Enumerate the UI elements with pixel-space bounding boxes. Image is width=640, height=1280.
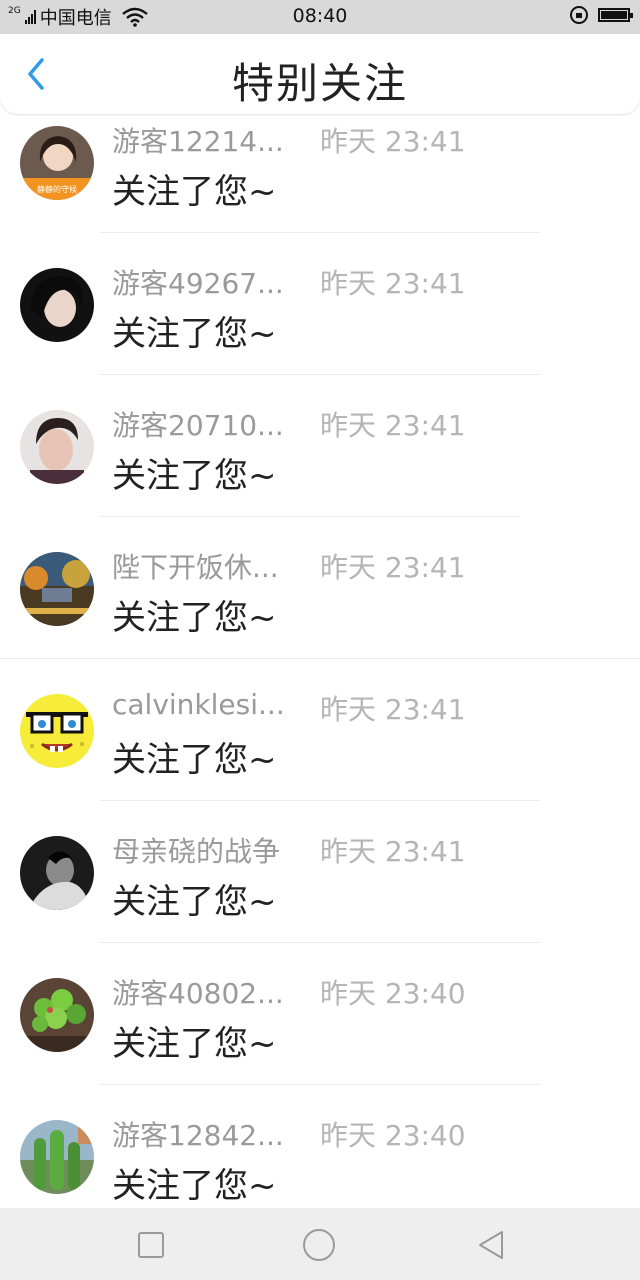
timestamp: 昨天 23:41: [320, 267, 466, 300]
timestamp: 昨天 23:41: [320, 551, 466, 584]
message-text: 关注了您~: [112, 1024, 277, 1064]
list-item[interactable]: 游客49267... 昨天 23:41 关注了您~: [0, 256, 640, 398]
timestamp: 昨天 23:41: [320, 693, 466, 726]
user-name: 陛下开饭休...: [112, 551, 279, 584]
user-name: 游客20710...: [112, 409, 284, 442]
nav-back-button[interactable]: [474, 1228, 508, 1262]
list-item[interactable]: 静静的守候 游客12214... 昨天 23:41 关注了您~: [0, 114, 640, 256]
avatar: [20, 268, 94, 342]
header: 特别关注: [0, 34, 640, 114]
row-divider: [100, 516, 520, 517]
avatar-caption: 静静的守候: [37, 184, 77, 194]
battery-icon: [598, 8, 633, 22]
timestamp: 昨天 23:40: [320, 977, 466, 1010]
user-name: 游客40802...: [112, 977, 284, 1010]
message-text: 关注了您~: [112, 882, 277, 922]
triangle-back-icon: [479, 1231, 503, 1259]
status-time: 08:40: [292, 5, 348, 27]
message-text: 关注了您~: [112, 740, 277, 780]
row-divider: [100, 942, 540, 943]
avatar: 静静的守候: [20, 126, 94, 200]
row-divider: [100, 232, 540, 233]
home-button[interactable]: [302, 1228, 336, 1262]
circle-icon: [303, 1229, 335, 1261]
row-divider: [100, 374, 540, 375]
message-text: 关注了您~: [112, 456, 277, 496]
message-text: 关注了您~: [112, 314, 277, 354]
avatar: [20, 978, 94, 1052]
square-icon: [138, 1232, 164, 1258]
avatar: [20, 836, 94, 910]
list-item[interactable]: calvinklesi... 昨天 23:41 关注了您~: [0, 682, 640, 824]
user-name: 游客12842...: [112, 1119, 284, 1152]
timestamp: 昨天 23:41: [320, 409, 466, 442]
row-divider: [0, 658, 640, 659]
user-name: 游客49267...: [112, 267, 284, 300]
list-item[interactable]: 陛下开饭休... 昨天 23:41 关注了您~: [0, 540, 640, 682]
message-text: 关注了您~: [112, 598, 277, 638]
avatar: [20, 694, 94, 768]
row-divider: [100, 800, 540, 801]
timestamp: 昨天 23:40: [320, 1119, 466, 1152]
message-text: 关注了您~: [112, 1166, 277, 1206]
user-name: calvinklesi...: [112, 688, 285, 721]
rotation-lock-icon: [570, 6, 588, 24]
page-title: 特别关注: [231, 59, 408, 108]
user-name: 游客12214...: [112, 125, 284, 158]
list-item[interactable]: 游客20710... 昨天 23:41 关注了您~: [0, 398, 640, 540]
status-bar: 2G 中国电信 08:40: [0, 0, 640, 34]
recent-apps-button[interactable]: [134, 1228, 168, 1262]
row-divider: [100, 1084, 540, 1085]
avatar: [20, 552, 94, 626]
message-text: 关注了您~: [112, 172, 277, 212]
user-name: 母亲硗的战争: [112, 835, 281, 868]
list-item[interactable]: 游客40802... 昨天 23:40 关注了您~: [0, 966, 640, 1108]
list-item[interactable]: 母亲硗的战争 昨天 23:41 关注了您~: [0, 824, 640, 966]
timestamp: 昨天 23:41: [320, 835, 466, 868]
timestamp: 昨天 23:41: [320, 125, 466, 158]
avatar: [20, 1120, 94, 1194]
status-right: [570, 6, 633, 24]
avatar: [20, 410, 94, 484]
system-nav-bar: [0, 1208, 640, 1280]
